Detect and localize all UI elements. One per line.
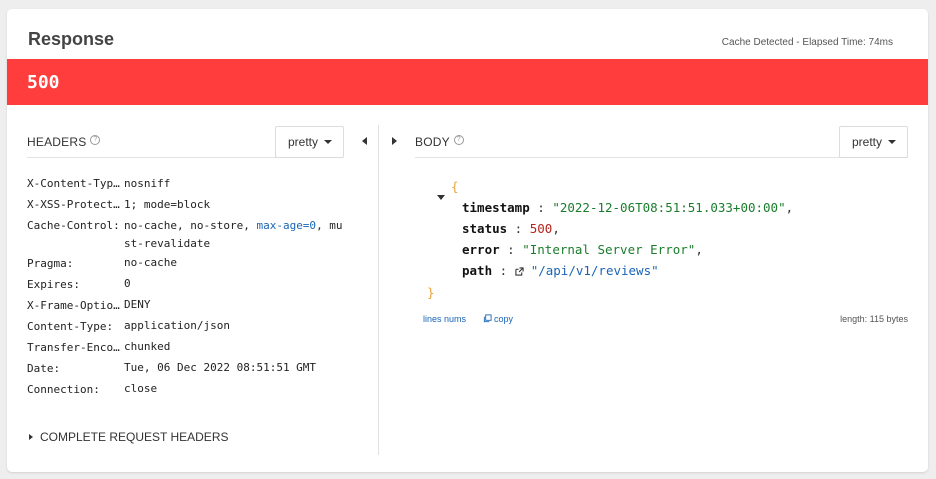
header-value: application/json bbox=[124, 319, 230, 332]
json-key: path bbox=[462, 263, 493, 278]
json-open-brace: { bbox=[451, 179, 459, 194]
header-row: X-XSS-Protect… 1; mode=block bbox=[27, 194, 349, 215]
json-line-status: status : 500, bbox=[462, 221, 560, 236]
header-name: Pragma: bbox=[27, 256, 74, 270]
header-row: Cache-Control: no-cache, no-store, max-a… bbox=[27, 215, 349, 253]
header-name: Connection: bbox=[27, 382, 100, 396]
header-name: Date: bbox=[27, 361, 61, 375]
header-row: X-Frame-Optio… DENY bbox=[27, 295, 349, 316]
json-number-value: 500 bbox=[529, 221, 553, 236]
json-close-brace: } bbox=[427, 285, 435, 300]
caret-down-icon bbox=[324, 140, 333, 144]
header-value: chunked bbox=[124, 340, 171, 353]
collapse-json-icon[interactable] bbox=[437, 195, 445, 200]
header-value-part: no-cache, no-store, bbox=[124, 218, 257, 232]
copy-label: copy bbox=[494, 314, 514, 324]
collapse-left-icon[interactable] bbox=[362, 137, 367, 145]
header-value: no-cache, no-store, max-age=0, must-reva… bbox=[124, 215, 349, 253]
header-row: X-Content-Typ… nosniff bbox=[27, 173, 349, 194]
copy-button[interactable]: copy bbox=[483, 314, 513, 324]
header-name: Content-Type: bbox=[27, 319, 114, 333]
header-value: Tue, 06 Dec 2022 08:51:51 GMT bbox=[124, 361, 317, 374]
header-name: Cache-Control: bbox=[27, 219, 120, 232]
max-age-link[interactable]: max-age=0 bbox=[256, 219, 316, 232]
elapsed-time: Cache Detected - Elapsed Time: 74ms bbox=[721, 37, 893, 48]
header-row: Pragma: no-cache bbox=[27, 253, 349, 274]
headers-format-select[interactable]: pretty bbox=[275, 126, 344, 158]
header-name: X-Frame-Optio… bbox=[27, 298, 120, 312]
headers-title: HEADERS? bbox=[27, 135, 101, 149]
header-value: 1; mode=block bbox=[124, 197, 211, 211]
header-value: nosniff bbox=[124, 176, 171, 190]
header-value: DENY bbox=[124, 298, 151, 311]
json-string-value: "2022-12-06T08:51:51.033+00:00" bbox=[552, 200, 786, 215]
header-value: close bbox=[124, 382, 158, 395]
copy-icon bbox=[483, 314, 492, 323]
header-value: 0 bbox=[124, 277, 131, 290]
headers-list: X-Content-Typ… nosniff X-XSS-Protect… 1;… bbox=[27, 173, 349, 400]
header-name: Expires: bbox=[27, 277, 80, 291]
json-line-error: error : "Internal Server Error", bbox=[462, 242, 703, 257]
header-row: Expires: 0 bbox=[27, 274, 349, 295]
help-icon[interactable]: ? bbox=[453, 135, 464, 145]
header-row: Date: Tue, 06 Dec 2022 08:51:51 GMT bbox=[27, 358, 349, 379]
expand-right-icon bbox=[29, 434, 33, 440]
header-name: X-Content-Typ… bbox=[27, 177, 120, 190]
complete-request-headers-toggle[interactable]: COMPLETE REQUEST HEADERS bbox=[29, 430, 228, 444]
json-key: status bbox=[462, 221, 508, 236]
response-title: Response bbox=[28, 29, 115, 49]
response-length: length: 115 bytes bbox=[840, 314, 908, 324]
body-divider bbox=[415, 157, 908, 158]
path-link[interactable]: "/api/v1/reviews" bbox=[531, 263, 659, 278]
body-title: BODY? bbox=[415, 135, 464, 149]
header-row: Content-Type: application/json bbox=[27, 316, 349, 337]
header-row: Connection: close bbox=[27, 379, 349, 400]
status-bar: 500 bbox=[7, 59, 928, 105]
json-string-value: "Internal Server Error" bbox=[522, 242, 696, 257]
body-title-label: BODY bbox=[415, 135, 450, 149]
help-icon[interactable]: ? bbox=[90, 135, 101, 145]
collapse-right-icon[interactable] bbox=[392, 137, 397, 145]
json-line-path: path : "/api/v1/reviews" bbox=[462, 263, 659, 278]
body-format-select[interactable]: pretty bbox=[839, 126, 908, 158]
headers-title-label: HEADERS bbox=[27, 135, 87, 149]
json-line-timestamp: timestamp : "2022-12-06T08:51:51.033+00:… bbox=[462, 200, 794, 215]
complete-request-headers-label: COMPLETE REQUEST HEADERS bbox=[40, 430, 229, 444]
response-panel: Response Cache Detected - Elapsed Time: … bbox=[7, 9, 928, 472]
column-divider bbox=[378, 125, 379, 455]
body-format-label: pretty bbox=[852, 135, 883, 149]
header-value: no-cache bbox=[124, 256, 177, 269]
status-code: 500 bbox=[27, 72, 60, 93]
line-numbers-toggle[interactable]: lines nums bbox=[423, 314, 466, 324]
headers-format-label: pretty bbox=[288, 135, 319, 149]
header-name: Transfer-Enco… bbox=[27, 340, 120, 354]
header-name: X-XSS-Protect… bbox=[27, 198, 120, 211]
caret-down-icon bbox=[888, 140, 897, 144]
json-key: error bbox=[462, 242, 500, 257]
external-link-icon[interactable] bbox=[515, 267, 524, 276]
json-key: timestamp bbox=[462, 200, 530, 215]
header-row: Transfer-Enco… chunked bbox=[27, 337, 349, 358]
